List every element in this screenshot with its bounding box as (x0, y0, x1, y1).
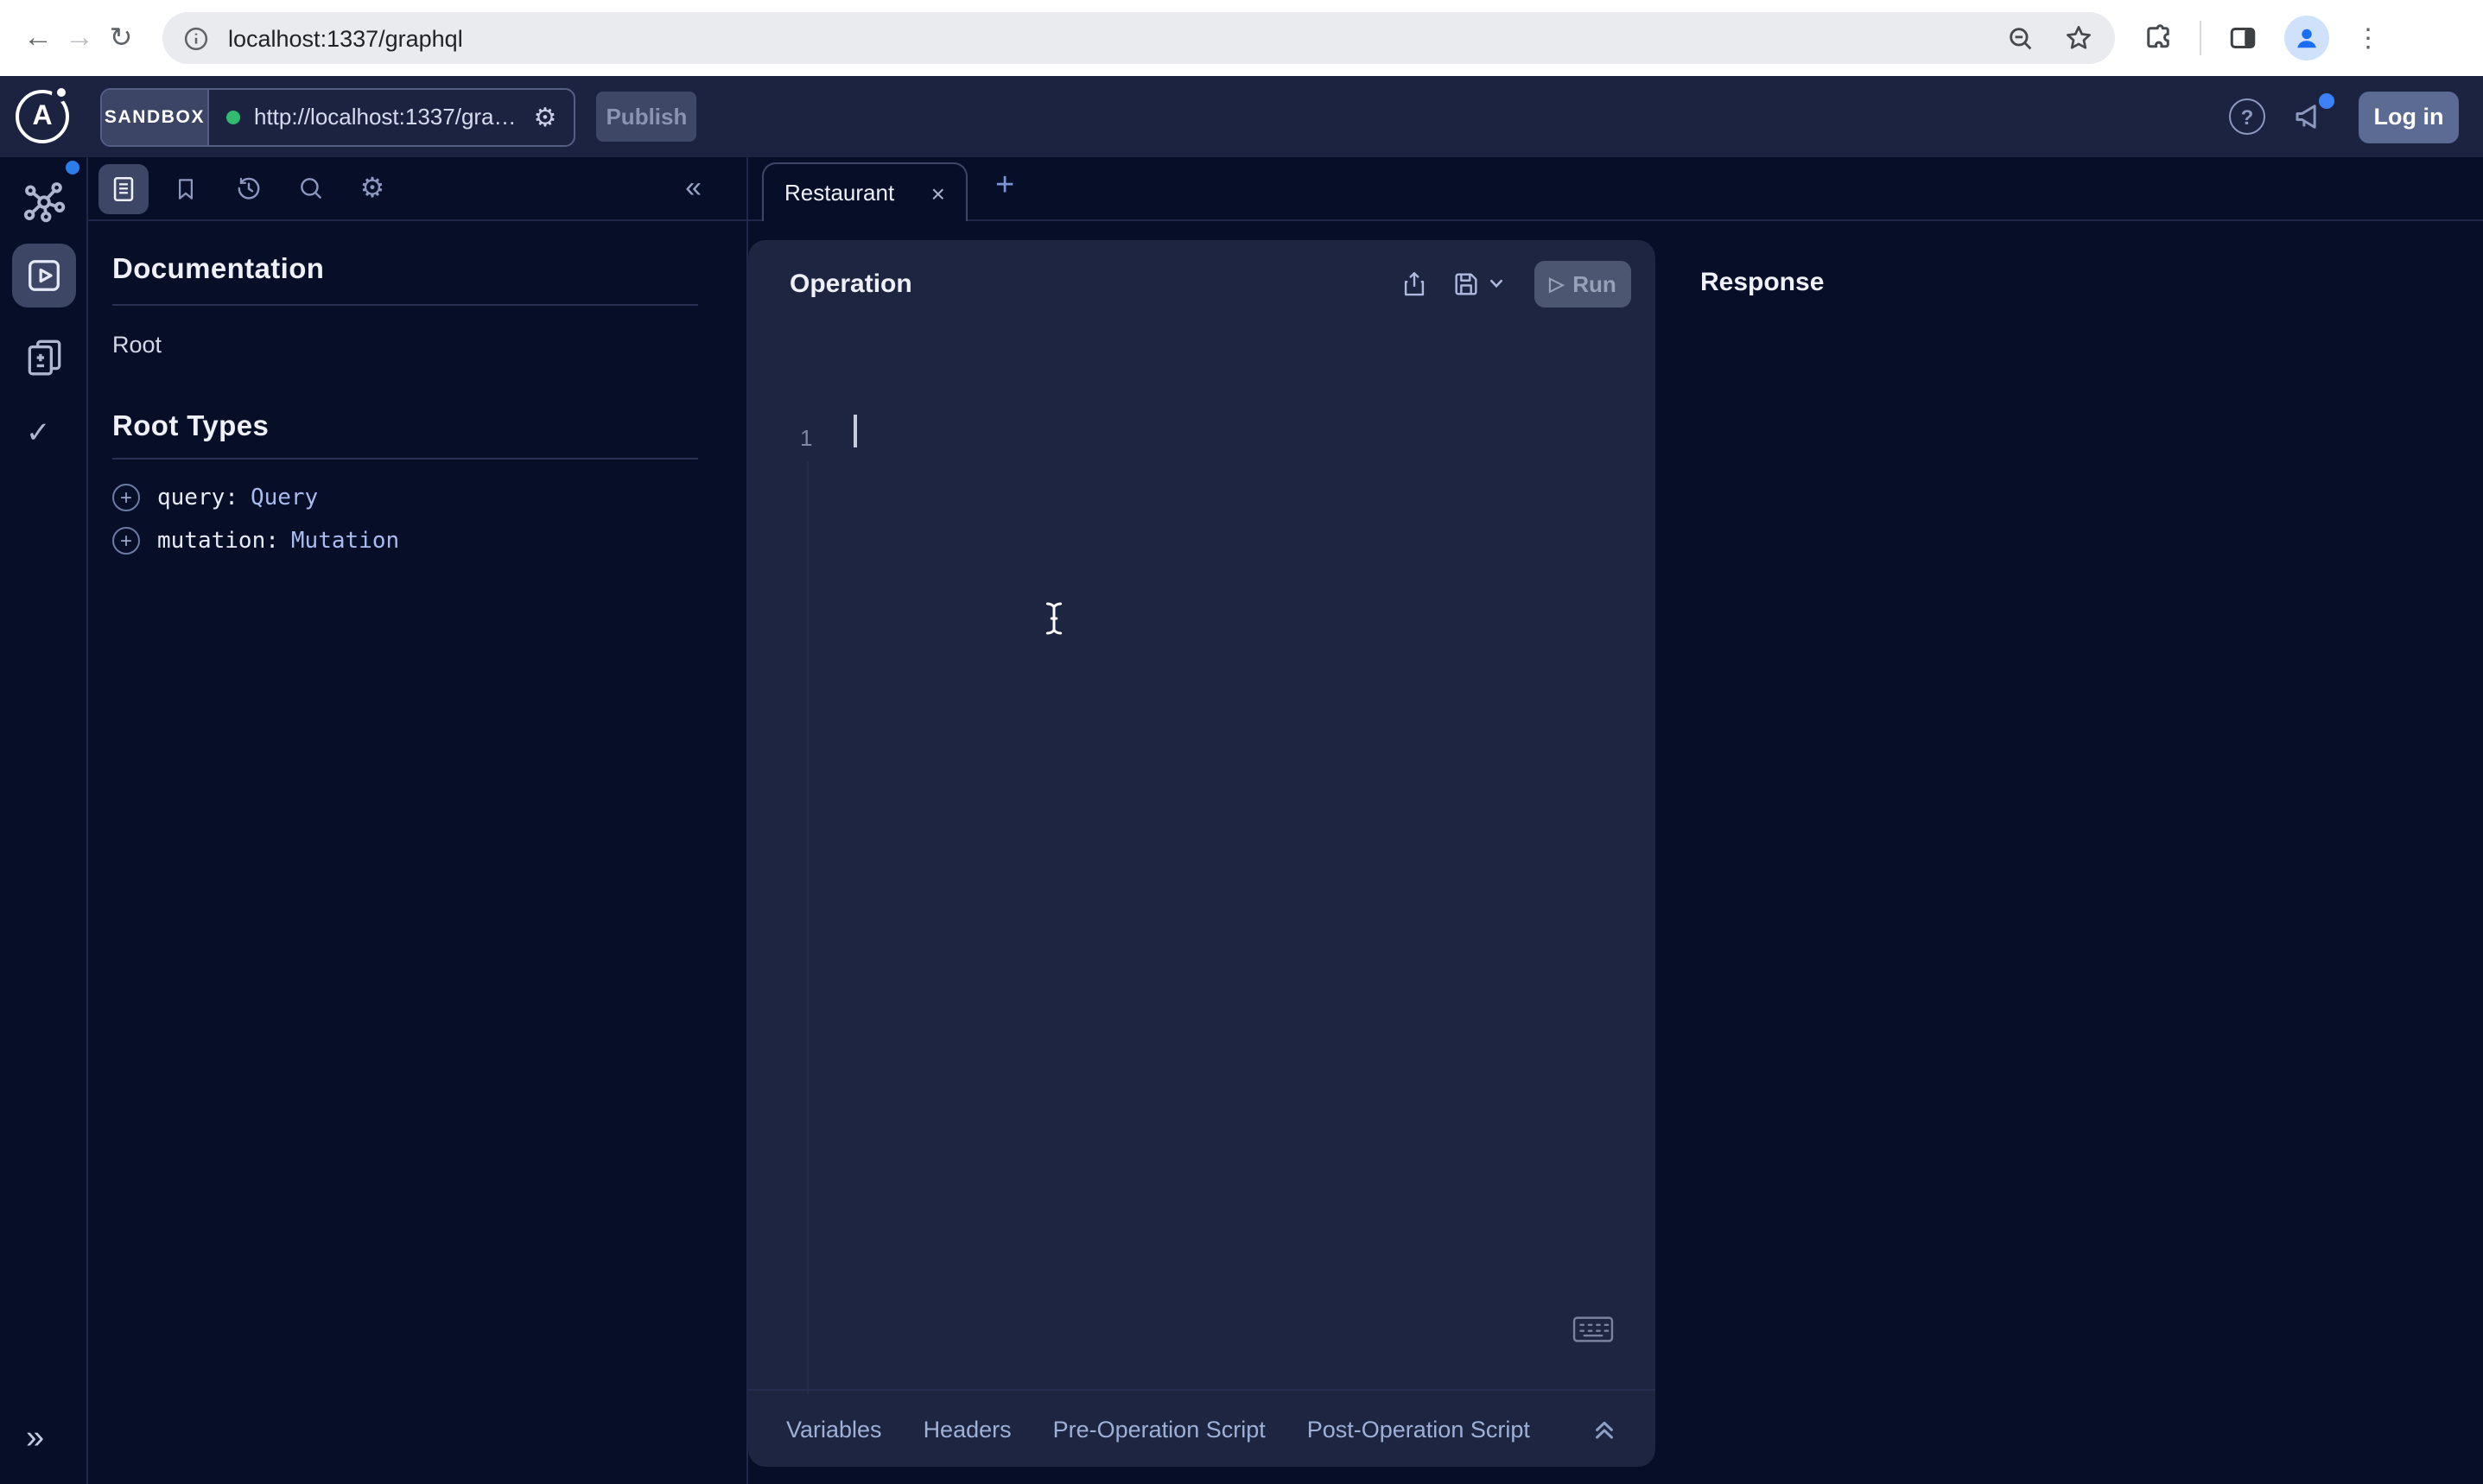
saved-operations-tab[interactable] (161, 163, 211, 213)
mouse-cursor-ibeam (1044, 601, 1064, 636)
operation-editor[interactable]: 1 (748, 327, 1655, 1389)
save-dropdown-icon[interactable] (1488, 275, 1505, 292)
search-icon (296, 174, 324, 202)
bookmark-icon (173, 175, 199, 201)
announcements-button[interactable] (2291, 98, 2329, 136)
keyboard-shortcuts-icon[interactable] (1572, 1315, 1614, 1344)
doc-root-breadcrumb[interactable]: Root (112, 332, 698, 358)
endpoint-bar: SANDBOX http://localhost:1337/gra… ⚙ (100, 87, 575, 146)
search-schema-tab[interactable] (285, 163, 335, 213)
changelog-icon[interactable] (22, 335, 66, 378)
share-operation-icon[interactable] (1400, 269, 1429, 298)
root-type-mutation-row[interactable]: + mutation: Mutation (112, 527, 698, 555)
operation-footer: Variables Headers Pre-Operation Script P… (748, 1389, 1655, 1467)
collapse-panel-icon[interactable]: « (685, 171, 702, 206)
zoom-out-icon[interactable] (2006, 23, 2035, 53)
connection-settings-icon[interactable]: ⚙ (534, 101, 557, 132)
explorer-tab-active[interactable] (12, 244, 76, 308)
publish-button[interactable]: Publish (596, 92, 696, 142)
headers-tab[interactable]: Headers (924, 1416, 1012, 1442)
tab-label: Restaurant (784, 180, 894, 206)
operation-panel: Operation (748, 240, 1655, 1467)
root-types-divider (112, 458, 698, 460)
run-button[interactable]: ▷ Run (1534, 260, 1631, 307)
apollo-header: A SANDBOX http://localhost:1337/gra… ⚙ P… (0, 76, 2483, 157)
apollo-logo: A (16, 90, 69, 143)
root-type-query-row[interactable]: + query: Query (112, 484, 698, 511)
run-play-icon: ▷ (1549, 272, 1564, 295)
operation-header: Operation (748, 240, 1655, 327)
screen: ← → ↻ localhost:1337/graphql (0, 0, 2483, 1484)
schema-notification-dot (66, 161, 79, 174)
post-operation-script-tab[interactable]: Post-Operation Script (1307, 1416, 1530, 1442)
toolbar-divider (2200, 21, 2201, 55)
operation-title: Operation (790, 269, 912, 298)
response-title: Response (1655, 240, 2483, 297)
bookmark-star-icon[interactable] (2063, 22, 2094, 54)
endpoint-url-box[interactable]: http://localhost:1337/gra… ⚙ (209, 89, 574, 144)
query-type-link[interactable]: Query (251, 485, 318, 511)
connection-status-dot (226, 110, 240, 124)
left-rail: ✓ » (0, 157, 88, 1484)
schema-graph-icon[interactable] (21, 178, 67, 225)
documentation-panel: ⚙ « Documentation Root Root Types + quer… (88, 157, 748, 1484)
run-label: Run (1572, 270, 1616, 296)
documentation-tab[interactable] (98, 163, 149, 213)
expand-rail-icon[interactable]: » (26, 1420, 44, 1458)
operation-actions: ▷ Run (1400, 260, 1631, 307)
root-types-title: Root Types (112, 411, 698, 444)
announcement-notification-dot (2319, 92, 2334, 108)
browser-menu-icon[interactable]: ⋮ (2355, 22, 2381, 54)
apollo-logo-letter: A (32, 101, 52, 132)
login-button[interactable]: Log in (2359, 91, 2459, 143)
doc-content: Documentation Root Root Types + query: Q… (88, 254, 746, 555)
address-bar[interactable]: localhost:1337/graphql (162, 12, 2115, 64)
site-info-icon[interactable] (183, 25, 209, 51)
profile-avatar[interactable] (2284, 16, 2329, 60)
forward-icon[interactable]: → (59, 21, 100, 55)
tab-restaurant[interactable]: Restaurant × (762, 162, 968, 221)
checks-icon[interactable]: ✓ (26, 416, 51, 451)
pre-operation-script-tab[interactable]: Pre-Operation Script (1053, 1416, 1266, 1442)
back-icon[interactable]: ← (17, 21, 59, 55)
response-panel: Response (1655, 240, 2483, 1484)
side-panel-icon[interactable] (2227, 22, 2258, 54)
new-tab-icon[interactable]: + (995, 168, 1014, 206)
doc-divider (112, 304, 698, 306)
query-field-label[interactable]: query: (157, 485, 238, 511)
history-tab[interactable] (223, 163, 273, 213)
add-query-icon[interactable]: + (112, 484, 140, 511)
browser-toolbar: ← → ↻ localhost:1337/graphql (0, 0, 2483, 76)
help-icon[interactable]: ? (2229, 98, 2265, 135)
explorer-play-icon (24, 256, 64, 295)
gutter-divider (807, 461, 809, 1394)
endpoint-url-text[interactable]: http://localhost:1337/gra… (254, 104, 517, 130)
save-group (1451, 269, 1505, 298)
line-number: 1 (800, 425, 812, 451)
explorer-settings-icon[interactable]: ⚙ (347, 163, 397, 213)
close-tab-icon[interactable]: × (931, 179, 945, 206)
logo-orbit-dot (57, 88, 66, 97)
url-text[interactable]: localhost:1337/graphql (228, 25, 463, 51)
browser-actions: ⋮ (2143, 16, 2381, 60)
save-operation-icon[interactable] (1451, 269, 1481, 298)
sandbox-badge: SANDBOX (102, 89, 209, 144)
history-clock-icon (234, 174, 262, 202)
doc-toolbar: ⚙ « (88, 157, 746, 221)
reload-icon[interactable]: ↻ (100, 21, 142, 55)
text-caret (854, 415, 857, 447)
extensions-icon[interactable] (2143, 22, 2174, 54)
variables-tab[interactable]: Variables (786, 1416, 882, 1442)
add-mutation-icon[interactable]: + (112, 527, 140, 555)
operation-tab-bar: Restaurant × + (748, 157, 2483, 221)
mutation-field-label[interactable]: mutation: (157, 528, 279, 554)
document-icon (109, 174, 138, 203)
doc-panel-title: Documentation (112, 254, 698, 287)
mutation-type-link[interactable]: Mutation (291, 528, 399, 554)
expand-footer-icon[interactable] (1591, 1416, 1617, 1442)
